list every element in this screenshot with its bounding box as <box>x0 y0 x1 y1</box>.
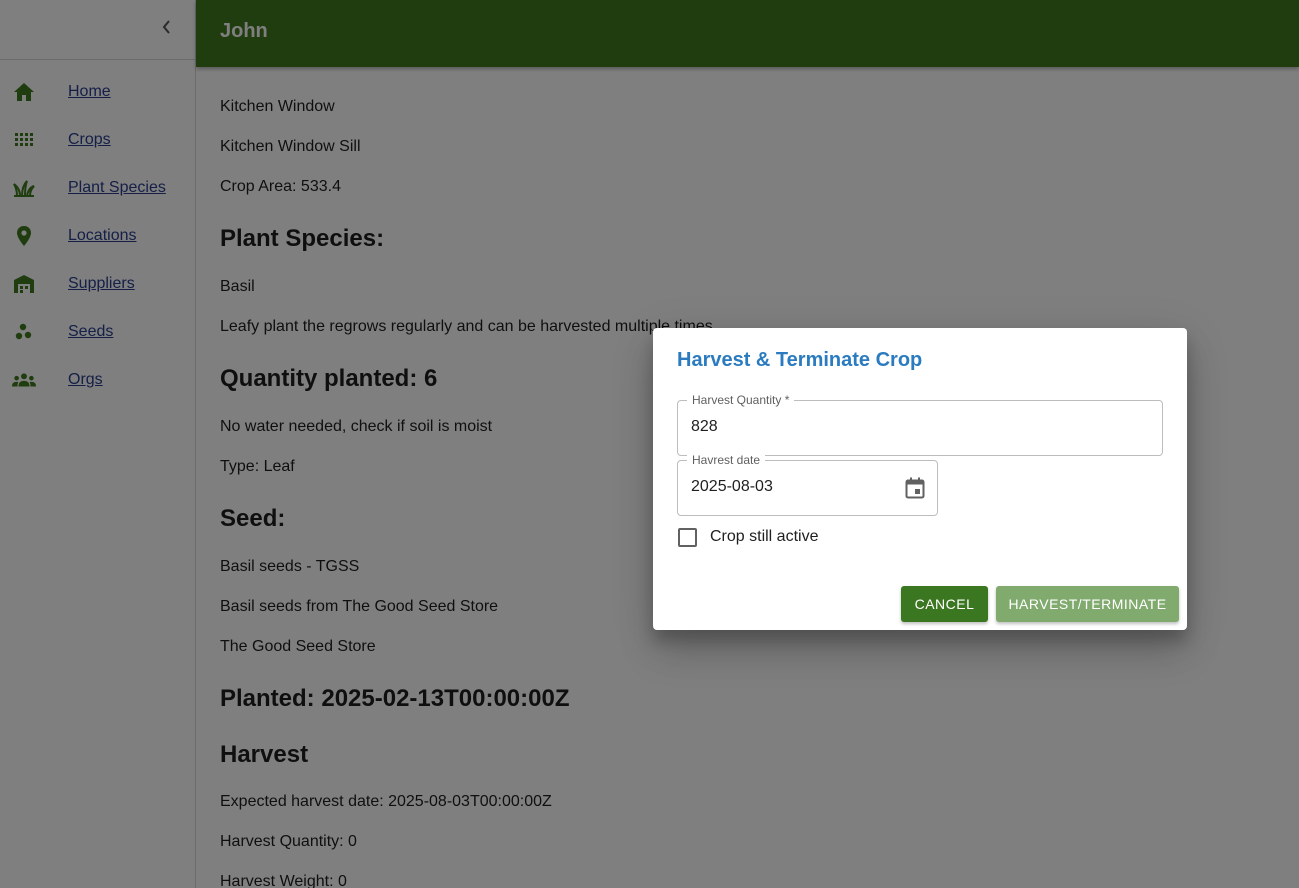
harvest-quantity-label: Harvest Quantity * <box>687 393 795 407</box>
calendar-icon[interactable] <box>903 476 927 500</box>
checkbox-box[interactable] <box>678 527 697 547</box>
cancel-button[interactable]: CANCEL <box>901 586 988 622</box>
harvest-date-label: Havrest date <box>687 453 766 467</box>
harvest-date-field[interactable]: Havrest date 2025-08-03 <box>677 453 938 516</box>
harvest-terminate-button[interactable]: HARVEST/TERMINATE <box>996 586 1179 622</box>
crop-still-active-label[interactable]: Crop still active <box>710 528 818 546</box>
dialog-title: Harvest & Terminate Crop <box>677 349 923 371</box>
harvest-quantity-field[interactable]: Harvest Quantity * 828 <box>677 393 1163 456</box>
harvest-date-input[interactable]: 2025-08-03 <box>691 478 773 496</box>
harvest-quantity-input[interactable]: 828 <box>691 418 718 436</box>
crop-still-active-checkbox[interactable]: Crop still active <box>677 526 818 548</box>
harvest-dialog: Harvest & Terminate Crop Harvest Quantit… <box>653 328 1187 630</box>
app-root: Home Crops Plant <box>0 0 1299 888</box>
